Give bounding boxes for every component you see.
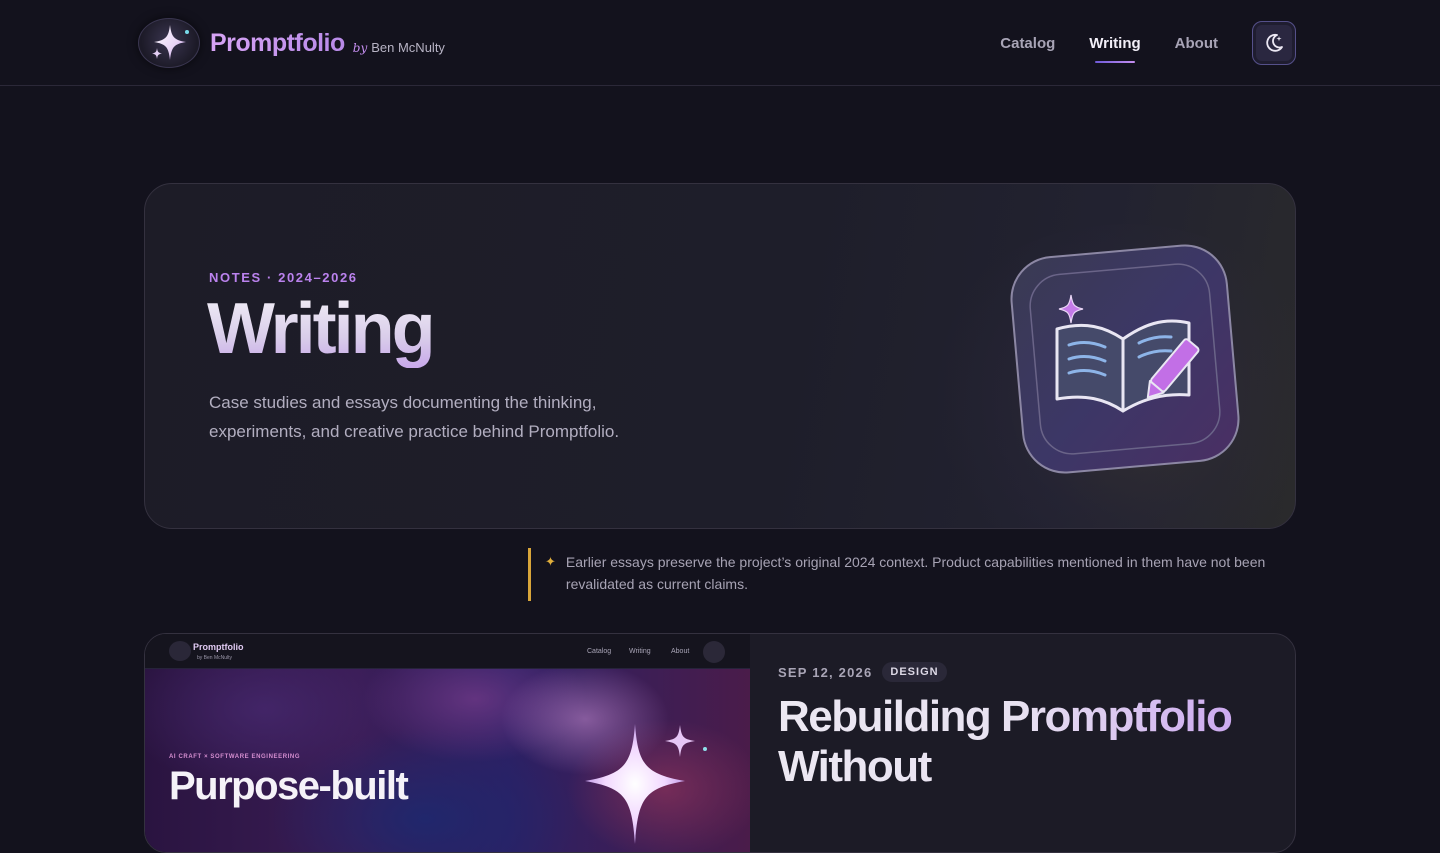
- brand-by-word: by: [352, 40, 368, 55]
- article-card[interactable]: Promptfolio by Ben McNulty Catalog Writi…: [144, 633, 1296, 853]
- thumbnail-nav-about: About: [671, 648, 690, 655]
- brand-name: Promptfolio: [210, 28, 345, 57]
- thumbnail-title: Purpose-built: [169, 764, 409, 808]
- note-text: Earlier essays preserve the project’s or…: [565, 554, 1266, 592]
- site-header: Promptfolio by Ben McNulty Catalog Writin…: [0, 0, 1440, 86]
- thumbnail-logo: [169, 641, 191, 661]
- brand-author: Ben McNulty: [371, 39, 445, 55]
- context-note: ✦ Earlier essays preserve the project’s …: [528, 548, 1298, 601]
- article-tag[interactable]: DESIGN: [882, 662, 947, 682]
- thumbnail-nav-writing: Writing: [629, 648, 651, 655]
- hero-description: Case studies and essays documenting the …: [209, 393, 620, 441]
- article-title[interactable]: Rebuilding Promptfolio Without: [778, 692, 1258, 792]
- thumbnail-sparkle-icon: [585, 724, 707, 844]
- main-nav: Catalog Writing About: [966, 21, 1296, 65]
- nav-about[interactable]: About: [1175, 22, 1218, 65]
- nav-catalog[interactable]: Catalog: [1000, 22, 1055, 65]
- sparkle-logo-icon: [152, 25, 189, 60]
- brand-byline: by Ben McNulty: [353, 40, 445, 55]
- hero-eyebrow: NOTES · 2024–2026: [209, 270, 358, 285]
- logo: [138, 18, 200, 68]
- moon-sparkle-icon: [1266, 33, 1283, 52]
- article-thumbnail: Promptfolio by Ben McNulty Catalog Writi…: [145, 634, 750, 852]
- thumbnail-brand: Promptfolio: [193, 642, 244, 652]
- article-date: SEP 12, 2026: [778, 664, 873, 680]
- thumbnail-byline: by Ben McNulty: [197, 655, 233, 661]
- page-title: Writing: [207, 289, 436, 369]
- thumbnail-toggle: [703, 641, 725, 663]
- sparkle-icon: ✦: [545, 554, 556, 569]
- brand[interactable]: Promptfolio by Ben McNulty: [138, 18, 445, 68]
- nav-writing[interactable]: Writing: [1089, 22, 1141, 65]
- article-meta: SEP 12, 2026 DESIGN: [778, 662, 1258, 682]
- thumbnail-nav-catalog: Catalog: [587, 648, 612, 655]
- theme-toggle-button[interactable]: [1252, 21, 1296, 65]
- open-book-pencil-icon: [1005, 239, 1245, 484]
- hero-card: NOTES · 2024–2026 Writing Case studies a…: [144, 183, 1296, 529]
- thumbnail-eyebrow: AI CRAFT × SOFTWARE ENGINEERING: [169, 754, 301, 760]
- article-body: SEP 12, 2026 DESIGN Rebuilding Promptfol…: [778, 662, 1258, 792]
